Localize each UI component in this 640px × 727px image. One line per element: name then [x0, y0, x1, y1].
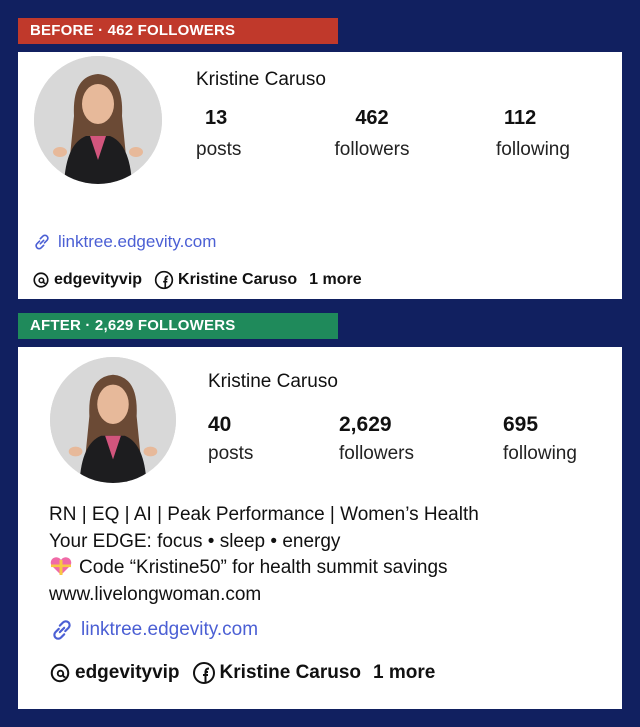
facebook-link[interactable]: Kristine Caruso: [192, 661, 361, 685]
following-stat[interactable]: 695 following: [503, 413, 577, 465]
following-stat[interactable]: 112 following: [496, 107, 570, 161]
threads-handle: edgevityvip: [54, 271, 143, 288]
posts-stat[interactable]: 40 posts: [208, 413, 253, 465]
link-text: linktree.edgevity.com: [58, 232, 217, 251]
social-links: edgevityvip Kristine Caruso 1 more: [49, 661, 447, 685]
social-links: edgevityvip Kristine Caruso 1 more: [32, 270, 374, 290]
bio-line-2: Your EDGE: focus • sleep • energy: [49, 530, 341, 552]
link-icon: [35, 234, 49, 250]
threads-link[interactable]: edgevityvip: [32, 271, 142, 289]
posts-count: 13: [205, 107, 228, 129]
website-link[interactable]: www.livelongwoman.com: [49, 582, 479, 609]
posts-label: posts: [196, 139, 242, 160]
followers-stat[interactable]: 462 followers: [329, 107, 415, 161]
more-links-button[interactable]: 1 more: [373, 662, 435, 684]
before-profile-card: Kristine Caruso 13 posts 462 followers 1…: [18, 52, 622, 299]
bio-line-3: Code “Kristine50” for health summit savi…: [49, 555, 479, 582]
linktree-link[interactable]: linktree.edgevity.com: [32, 232, 216, 252]
before-banner: BEFORE · 462 FOLLOWERS: [18, 18, 338, 44]
profile-photo-icon: [50, 357, 176, 483]
facebook-link[interactable]: Kristine Caruso: [154, 270, 297, 290]
profile-name: Kristine Caruso: [208, 371, 338, 392]
threads-icon: [50, 663, 70, 683]
profile-bio: RN | EQ | AI | Peak Performance | Women’…: [49, 502, 479, 608]
followers-count: 462: [355, 107, 389, 129]
facebook-icon: [192, 662, 215, 684]
linktree-link[interactable]: linktree.edgevity.com: [49, 617, 258, 643]
facebook-name: Kristine Caruso: [178, 271, 298, 288]
following-label: following: [496, 139, 570, 160]
following-label: following: [503, 443, 577, 464]
followers-stat[interactable]: 2,629 followers: [339, 413, 414, 465]
link-icon: [53, 620, 71, 640]
facebook-name: Kristine Caruso: [219, 662, 362, 683]
posts-label: posts: [208, 443, 254, 464]
profile-photo-icon: [34, 56, 162, 184]
bio-line-1: RN | EQ | AI | Peak Performance | Women’…: [49, 504, 479, 525]
facebook-icon: [154, 270, 174, 290]
bio-line-3-text: Code “Kristine50” for health summit savi…: [79, 557, 448, 578]
profile-name: Kristine Caruso: [196, 69, 326, 90]
threads-icon: [33, 272, 49, 288]
followers-label: followers: [334, 139, 410, 160]
posts-stat[interactable]: 13 posts: [196, 107, 241, 161]
following-count: 112: [504, 107, 537, 129]
after-banner: AFTER · 2,629 FOLLOWERS: [18, 313, 338, 339]
followers-label: followers: [339, 443, 414, 464]
followers-count: 2,629: [339, 413, 392, 436]
following-count: 695: [503, 413, 539, 436]
threads-link[interactable]: edgevityvip: [49, 662, 180, 684]
posts-count: 40: [208, 413, 232, 436]
more-links-button[interactable]: 1 more: [309, 271, 361, 289]
after-profile-card: Kristine Caruso 40 posts 2,629 followers…: [18, 347, 622, 709]
link-text: linktree.edgevity.com: [81, 619, 259, 640]
avatar[interactable]: [34, 56, 162, 184]
heart-gift-emoji-icon: [50, 557, 72, 575]
avatar[interactable]: [50, 357, 176, 483]
threads-handle: edgevityvip: [75, 662, 180, 683]
